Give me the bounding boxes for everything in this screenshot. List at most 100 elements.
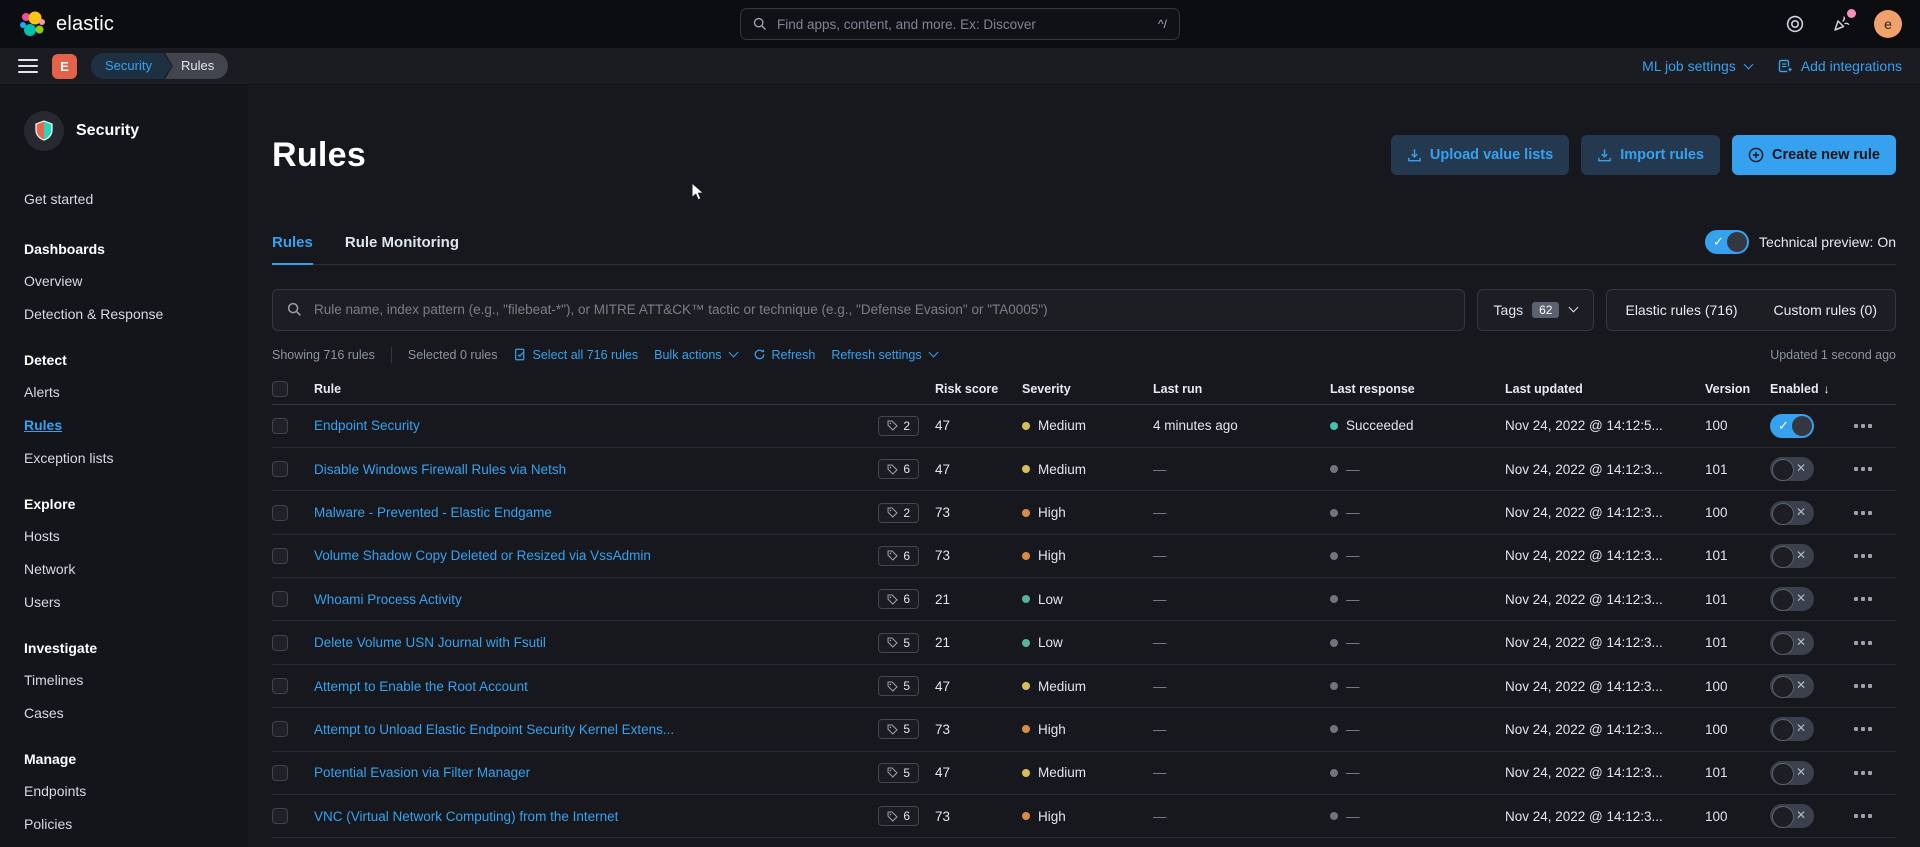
- rule-tags-badge[interactable]: 2: [878, 415, 919, 436]
- rules-search-input[interactable]: [312, 301, 1450, 319]
- row-checkbox[interactable]: [272, 461, 288, 478]
- row-checkbox[interactable]: [272, 417, 288, 434]
- select-all-checkbox[interactable]: [272, 381, 288, 398]
- ml-job-settings-link[interactable]: ML job settings: [1642, 58, 1754, 74]
- risk-score: 21: [935, 635, 951, 651]
- row-actions-icon[interactable]: [1850, 507, 1876, 519]
- enabled-toggle[interactable]: [1770, 630, 1814, 655]
- severity-dot: [1022, 551, 1030, 560]
- upload-value-lists-button[interactable]: Upload value lists: [1390, 135, 1570, 176]
- last-updated: Nov 24, 2022 @ 14:12:3...: [1505, 505, 1663, 520]
- space-badge[interactable]: E: [52, 53, 77, 79]
- severity-label: Low: [1038, 591, 1063, 607]
- row-actions-icon[interactable]: [1850, 593, 1876, 605]
- row-actions-icon[interactable]: [1850, 550, 1876, 562]
- rule-link[interactable]: VNC (Virtual Network Computing) from the…: [314, 809, 618, 824]
- sidebar-item-exception-lists[interactable]: Exception lists: [24, 450, 248, 466]
- row-checkbox[interactable]: [272, 678, 288, 695]
- rule-tags-badge[interactable]: 6: [878, 589, 919, 610]
- rule-tags-badge[interactable]: 5: [878, 632, 919, 653]
- custom-rules-filter[interactable]: Custom rules (0): [1756, 290, 1895, 330]
- rule-tags-badge[interactable]: 5: [878, 762, 919, 783]
- row-actions-icon[interactable]: [1850, 810, 1876, 822]
- sidebar-item-endpoints[interactable]: Endpoints: [24, 783, 248, 799]
- bulk-actions-menu[interactable]: Bulk actions: [654, 348, 738, 362]
- sidebar-item-rules[interactable]: Rules: [24, 417, 248, 433]
- table-row: Disable Windows Firewall Rules via Netsh…: [272, 448, 1896, 492]
- row-checkbox[interactable]: [272, 764, 288, 781]
- rule-link[interactable]: Volume Shadow Copy Deleted or Resized vi…: [314, 548, 651, 563]
- sidebar-item-users[interactable]: Users: [24, 594, 248, 610]
- newsfeed-icon[interactable]: [1828, 9, 1856, 37]
- menu-icon[interactable]: [18, 59, 38, 73]
- tags-filter-button[interactable]: Tags 62: [1476, 288, 1595, 331]
- enabled-toggle[interactable]: [1770, 674, 1814, 699]
- row-checkbox[interactable]: [272, 808, 288, 825]
- global-search[interactable]: ^/: [740, 8, 1180, 40]
- rule-link[interactable]: Malware - Prevented - Elastic Endgame: [314, 505, 552, 520]
- tag-icon: [887, 550, 899, 562]
- sidebar-item-overview[interactable]: Overview: [24, 273, 248, 289]
- rule-tags-badge[interactable]: 5: [878, 676, 919, 697]
- sidebar-item-cases[interactable]: Cases: [24, 705, 248, 721]
- import-rules-button[interactable]: Import rules: [1581, 135, 1720, 176]
- enabled-toggle[interactable]: [1770, 500, 1814, 525]
- sidebar-item-detection-response[interactable]: Detection & Response: [24, 306, 248, 322]
- row-actions-icon[interactable]: [1850, 463, 1876, 475]
- row-actions-icon[interactable]: [1850, 637, 1876, 649]
- row-actions-icon[interactable]: [1850, 723, 1876, 735]
- last-response-dot: [1330, 725, 1338, 734]
- create-new-rule-button[interactable]: Create new rule: [1732, 135, 1896, 176]
- rule-tags-badge[interactable]: 6: [878, 545, 919, 566]
- sidebar-section-heading: Dashboards: [24, 241, 105, 257]
- row-checkbox[interactable]: [272, 547, 288, 564]
- enabled-toggle[interactable]: [1770, 804, 1814, 829]
- enabled-toggle[interactable]: [1770, 760, 1814, 785]
- row-actions-icon[interactable]: [1850, 767, 1876, 779]
- sidebar-item-timelines[interactable]: Timelines: [24, 672, 248, 688]
- breadcrumb-security[interactable]: Security: [91, 53, 172, 79]
- column-enabled-sort[interactable]: Enabled: [1770, 382, 1850, 396]
- sidebar-item-get-started[interactable]: Get started: [24, 191, 248, 207]
- tab-rules[interactable]: Rules: [272, 234, 313, 265]
- sidebar-item-alerts[interactable]: Alerts: [24, 384, 248, 400]
- refresh-settings-menu[interactable]: Refresh settings: [831, 348, 939, 362]
- tab-rule-monitoring[interactable]: Rule Monitoring: [345, 234, 459, 264]
- rules-search[interactable]: [272, 288, 1465, 331]
- rule-link[interactable]: Disable Windows Firewall Rules via Netsh: [314, 462, 566, 477]
- rule-tags-badge[interactable]: 6: [878, 459, 919, 480]
- row-checkbox[interactable]: [272, 721, 288, 738]
- rule-link[interactable]: Attempt to Unload Elastic Endpoint Secur…: [314, 722, 674, 737]
- user-avatar[interactable]: e: [1874, 10, 1902, 38]
- sidebar-section-heading: Investigate: [24, 640, 98, 656]
- add-integrations-link[interactable]: Add integrations: [1778, 58, 1902, 74]
- row-actions-icon[interactable]: [1850, 680, 1876, 692]
- global-search-input[interactable]: [775, 15, 1151, 33]
- elastic-brand[interactable]: elastic: [18, 10, 114, 38]
- rule-tags-badge[interactable]: 5: [878, 719, 919, 740]
- sidebar-item-network[interactable]: Network: [24, 561, 248, 577]
- help-icon[interactable]: [1782, 11, 1808, 37]
- row-checkbox[interactable]: [272, 634, 288, 651]
- rule-link[interactable]: Endpoint Security: [314, 418, 420, 433]
- rule-link[interactable]: Potential Evasion via Filter Manager: [314, 765, 530, 780]
- enabled-toggle[interactable]: [1770, 543, 1814, 568]
- rule-link[interactable]: Delete Volume USN Journal with Fsutil: [314, 635, 546, 650]
- refresh-button[interactable]: Refresh: [753, 348, 815, 362]
- enabled-toggle[interactable]: [1770, 413, 1814, 438]
- rule-link[interactable]: Whoami Process Activity: [314, 592, 462, 607]
- row-checkbox[interactable]: [272, 504, 288, 521]
- sidebar-item-hosts[interactable]: Hosts: [24, 528, 248, 544]
- rule-tags-badge[interactable]: 2: [878, 502, 919, 523]
- select-all-rules-link[interactable]: Select all 716 rules: [514, 348, 638, 362]
- rule-tags-badge[interactable]: 6: [878, 806, 919, 827]
- row-checkbox[interactable]: [272, 591, 288, 608]
- enabled-toggle[interactable]: [1770, 717, 1814, 742]
- enabled-toggle[interactable]: [1770, 457, 1814, 482]
- elastic-rules-filter[interactable]: Elastic rules (716): [1607, 290, 1755, 330]
- rule-link[interactable]: Attempt to Enable the Root Account: [314, 679, 528, 694]
- technical-preview-toggle[interactable]: [1705, 229, 1750, 254]
- row-actions-icon[interactable]: [1850, 420, 1876, 432]
- sidebar-item-policies[interactable]: Policies: [24, 816, 248, 832]
- enabled-toggle[interactable]: [1770, 587, 1814, 612]
